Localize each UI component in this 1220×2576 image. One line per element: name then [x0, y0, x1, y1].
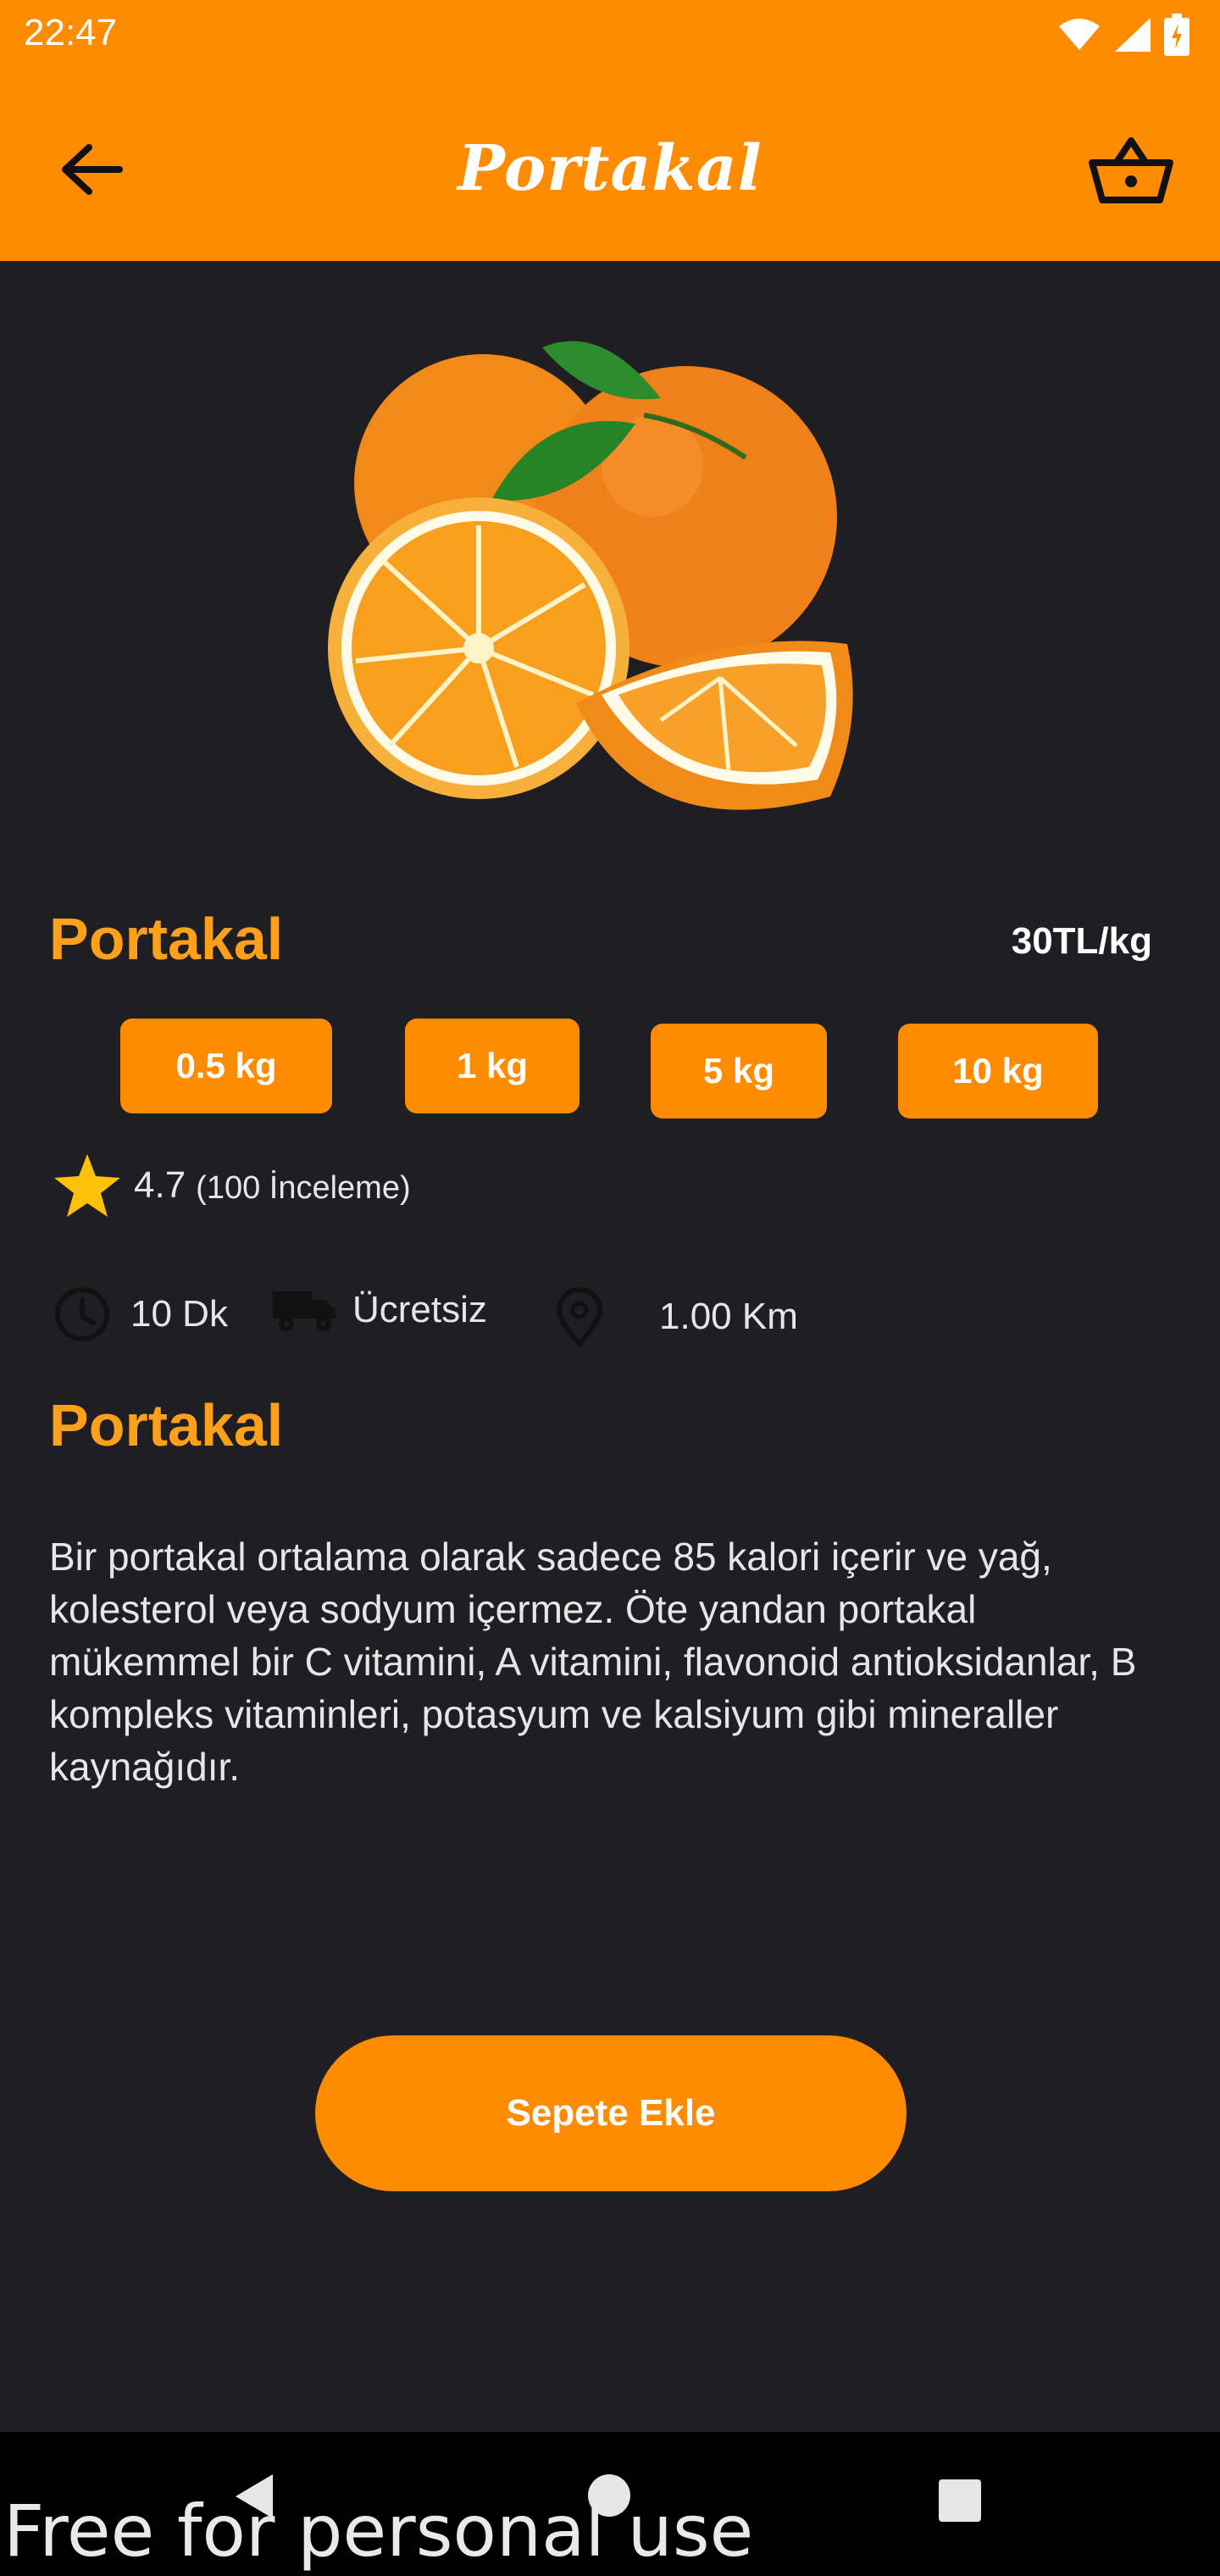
distance-text: 1.00 Km — [659, 1296, 798, 1337]
clock-icon — [55, 1287, 109, 1341]
battery-icon — [1164, 14, 1190, 56]
star-icon — [54, 1154, 120, 1217]
watermark: Free for personal use — [3, 2490, 754, 2573]
status-time: 22:47 — [24, 12, 118, 53]
product-name: Portakal — [49, 906, 284, 972]
weight-option-1kg[interactable]: 1 kg — [405, 1019, 580, 1113]
product-image — [328, 341, 853, 810]
status-bar: 22:47 — [0, 0, 1220, 71]
basket-icon — [1089, 137, 1173, 203]
status-icons — [1057, 14, 1190, 56]
distance: 1.00 Km — [554, 1286, 798, 1347]
delivery-fee-text: Ücretsiz — [352, 1289, 487, 1330]
rating-value: 4.7 — [134, 1164, 186, 1206]
cart-button[interactable] — [1084, 127, 1178, 212]
rating: 4.7 (100 İnceleme) — [53, 1152, 411, 1219]
product-description: Bir portakal ortalama olarak sadece 85 k… — [49, 1535, 1137, 1789]
location-pin-icon — [556, 1287, 603, 1347]
app-bar: Portakal — [0, 71, 1220, 261]
page-title: Portakal — [458, 132, 762, 205]
delivery-time: 10 Dk — [53, 1285, 228, 1344]
truck-icon — [273, 1291, 336, 1331]
description-title: Portakal — [49, 1392, 284, 1458]
delivery-time-text: 10 Dk — [130, 1293, 228, 1335]
add-to-cart-button[interactable]: Sepete Ekle — [315, 2035, 907, 2191]
nav-recents-icon[interactable] — [939, 2479, 981, 2522]
review-count: (100 İnceleme) — [196, 1169, 411, 1206]
weight-option-10kg[interactable]: 10 kg — [898, 1024, 1098, 1119]
delivery-fee: Ücretsiz — [271, 1288, 487, 1332]
product-price: 30TL/kg — [1011, 920, 1152, 962]
weight-option-5kg[interactable]: 5 kg — [651, 1024, 827, 1119]
wifi-icon — [1059, 19, 1100, 50]
weight-option-0-5kg[interactable]: 0.5 kg — [120, 1019, 332, 1113]
signal-icon — [1115, 18, 1151, 52]
